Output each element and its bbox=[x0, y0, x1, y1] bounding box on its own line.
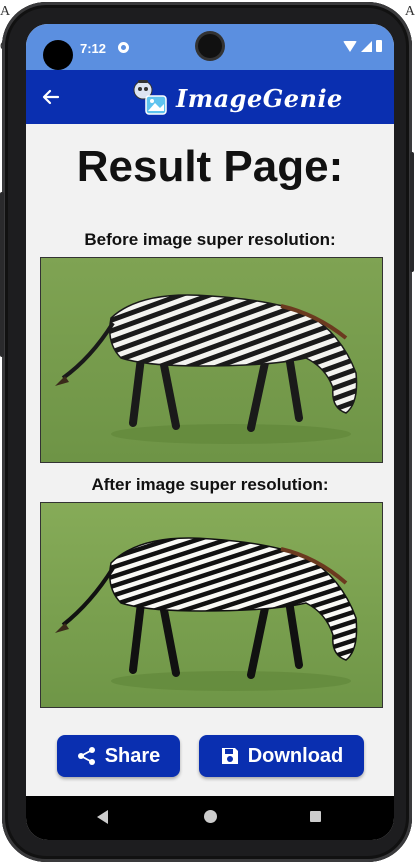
notification-icon bbox=[118, 42, 129, 53]
robot-image-icon bbox=[133, 80, 167, 115]
camera-left-icon bbox=[43, 40, 73, 70]
app-bar: ImageGenie bbox=[26, 70, 394, 124]
phone-side-button-left bbox=[0, 192, 4, 357]
app-logo: ImageGenie bbox=[130, 78, 343, 118]
signal-icon bbox=[361, 40, 372, 52]
app-title: ImageGenie bbox=[176, 83, 343, 113]
nav-home-icon[interactable] bbox=[204, 810, 217, 823]
status-time: 7:12 bbox=[80, 41, 107, 56]
battery-icon bbox=[376, 40, 382, 52]
share-icon bbox=[77, 747, 95, 765]
front-camera-icon bbox=[198, 34, 222, 58]
zebra-after-picture bbox=[41, 503, 382, 707]
page-title: Result Page: bbox=[76, 142, 344, 191]
background-letter-right: A bbox=[404, 4, 415, 19]
after-caption: After image super resolution: bbox=[91, 475, 329, 494]
share-label: Share bbox=[104, 744, 161, 767]
wifi-icon bbox=[343, 40, 357, 52]
nav-back-icon[interactable] bbox=[97, 810, 108, 824]
download-button[interactable]: Download bbox=[199, 735, 364, 777]
nav-recents-icon[interactable] bbox=[310, 811, 321, 822]
before-image bbox=[40, 257, 383, 463]
phone-side-button-right bbox=[410, 152, 414, 272]
arrow-left-icon bbox=[42, 89, 60, 105]
phone-screen: 7:12 ImageGenie Result Page: Before imag… bbox=[26, 24, 394, 840]
share-button[interactable]: Share bbox=[57, 735, 180, 777]
after-image bbox=[40, 502, 383, 708]
back-button[interactable] bbox=[40, 86, 62, 108]
download-label: Download bbox=[247, 744, 344, 767]
background-letter-left: A bbox=[0, 4, 11, 19]
status-bar: 7:12 bbox=[26, 24, 394, 70]
zebra-before-picture bbox=[41, 258, 382, 462]
phone-frame: 7:12 ImageGenie Result Page: Before imag… bbox=[0, 2, 414, 862]
save-icon bbox=[221, 748, 238, 764]
status-icons bbox=[343, 40, 382, 52]
navigation-bar bbox=[26, 796, 394, 840]
before-caption: Before image super resolution: bbox=[84, 230, 336, 249]
